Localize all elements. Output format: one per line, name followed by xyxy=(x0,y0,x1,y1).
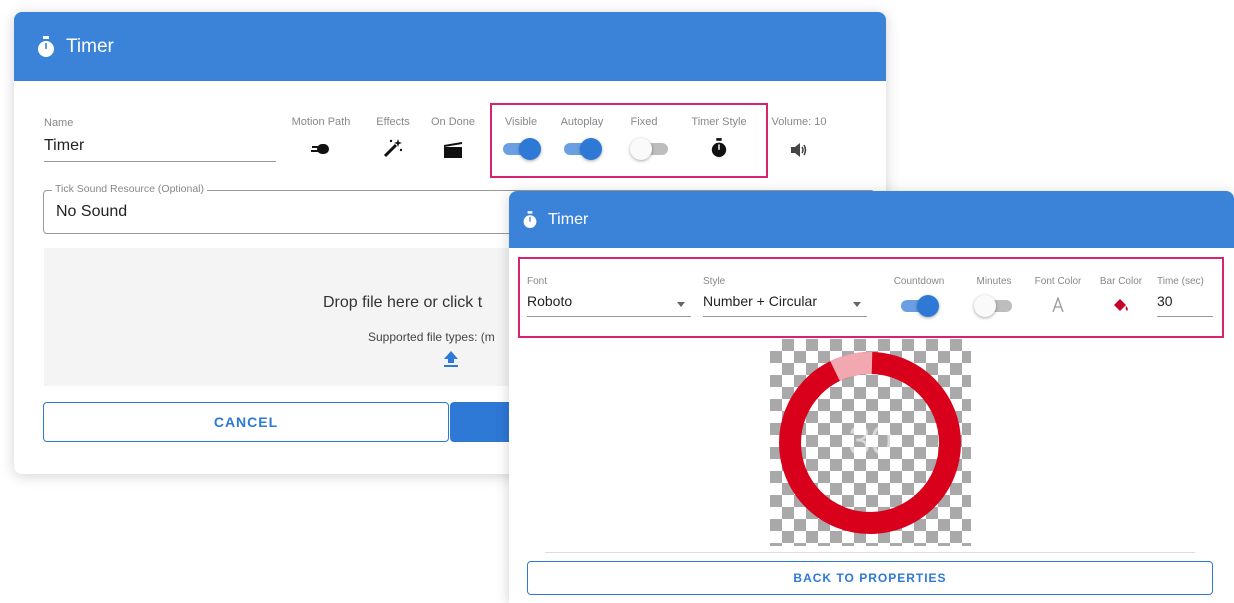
stopwatch-icon xyxy=(711,138,727,157)
tick-sound-value: No Sound xyxy=(56,203,128,220)
clapperboard-icon xyxy=(444,142,462,158)
supported-types-text: Supported file types: (m xyxy=(368,330,495,344)
timer-style-control[interactable]: Timer Style xyxy=(684,116,754,164)
motion-path-label: Motion Path xyxy=(291,116,351,128)
autoplay-control: Autoplay xyxy=(554,116,610,164)
volume-label: Volume: 10 xyxy=(771,116,827,128)
timer-preview-number: 30 xyxy=(848,419,893,463)
motion-path-control[interactable]: Motion Path xyxy=(276,116,366,164)
bar-color-control[interactable]: Bar Color xyxy=(1095,276,1147,320)
fixed-control: Fixed xyxy=(624,116,668,164)
autoplay-toggle[interactable] xyxy=(562,138,602,160)
visible-label: Visible xyxy=(504,116,538,128)
timer-style-dialog: Timer Font Roboto Style Number + Circula… xyxy=(509,191,1234,603)
chevron-down-icon xyxy=(677,302,685,307)
name-label: Name xyxy=(44,117,74,129)
minutes-label: Minutes xyxy=(976,276,1012,287)
fixed-toggle[interactable] xyxy=(630,138,670,160)
speaker-icon xyxy=(791,143,807,157)
font-select[interactable]: Font Roboto xyxy=(527,276,691,317)
timer-preview: 30 xyxy=(770,339,971,546)
drop-text: Drop file here or click t xyxy=(323,294,483,311)
upload-icon[interactable] xyxy=(444,351,458,367)
visible-control: Visible xyxy=(498,116,544,164)
font-label: Font xyxy=(527,276,548,287)
dialog-title: Timer xyxy=(548,210,589,228)
dialog-title: Timer xyxy=(66,35,114,57)
back-to-properties-button[interactable]: BACK TO PROPERTIES xyxy=(527,561,1213,595)
style-value: Number + Circular xyxy=(703,293,817,309)
timer-style-label: Timer Style xyxy=(691,116,747,128)
volume-control[interactable]: Volume: 10 xyxy=(766,116,832,164)
divider xyxy=(545,552,1195,553)
minutes-toggle[interactable] xyxy=(974,295,1014,317)
effects-label: Effects xyxy=(376,116,410,128)
countdown-toggle[interactable] xyxy=(899,295,939,317)
countdown-control: Countdown xyxy=(887,276,951,320)
chevron-down-icon xyxy=(853,302,861,307)
tick-sound-label: Tick Sound Resource (Optional) xyxy=(52,183,208,195)
style-label: Style xyxy=(703,276,726,287)
style-select[interactable]: Style Number + Circular xyxy=(703,276,867,317)
font-value: Roboto xyxy=(527,293,573,309)
font-color-label: Font Color xyxy=(1034,276,1082,287)
text-color-icon xyxy=(1052,297,1064,313)
font-color-control[interactable]: Font Color xyxy=(1031,276,1085,320)
name-field[interactable]: Name Timer xyxy=(44,117,276,162)
dialog-header: Timer xyxy=(509,191,1234,248)
cancel-button[interactable]: CANCEL xyxy=(43,402,449,442)
stopwatch-icon xyxy=(38,35,54,57)
visible-toggle[interactable] xyxy=(501,138,541,160)
fixed-label: Fixed xyxy=(630,116,658,128)
on-done-label: On Done xyxy=(430,116,476,128)
magic-wand-icon xyxy=(383,139,403,158)
on-done-control[interactable]: On Done xyxy=(424,116,482,164)
time-value[interactable]: 30 xyxy=(1157,293,1173,309)
dialog-header: Timer xyxy=(14,12,886,81)
time-label: Time (sec) xyxy=(1157,276,1204,287)
minutes-control: Minutes xyxy=(971,276,1017,320)
stopwatch-icon xyxy=(523,210,537,228)
countdown-label: Countdown xyxy=(893,276,945,287)
paint-bucket-icon xyxy=(1114,299,1128,311)
effects-control[interactable]: Effects xyxy=(366,116,420,164)
motion-path-icon xyxy=(311,144,329,154)
time-field[interactable]: Time (sec) 30 xyxy=(1157,276,1213,317)
autoplay-label: Autoplay xyxy=(560,116,604,128)
name-value[interactable]: Timer xyxy=(44,137,84,155)
bar-color-label: Bar Color xyxy=(1099,276,1143,287)
